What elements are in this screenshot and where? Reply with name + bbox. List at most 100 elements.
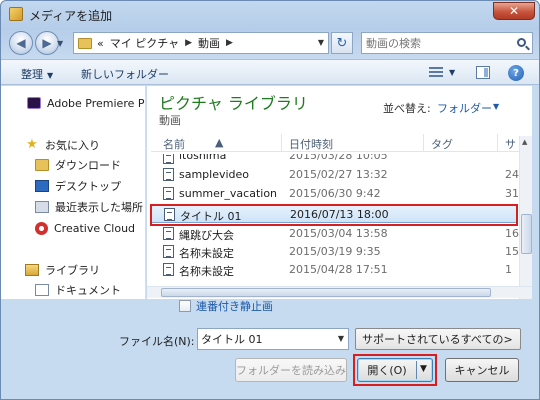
scroll-up-icon[interactable]: ▲ bbox=[522, 138, 527, 146]
window-title: メディアを追加 bbox=[29, 9, 113, 23]
chevron-down-icon[interactable]: ▼ bbox=[493, 102, 499, 111]
file-type-select[interactable]: サポートされているすべての> bbox=[355, 328, 521, 350]
organize-button[interactable]: 整理 ▼ bbox=[21, 66, 53, 82]
forward-arrow-icon: ▶ bbox=[42, 36, 52, 50]
command-bar: 整理 ▼ 新しいフォルダー ▼ ? bbox=[1, 59, 539, 85]
file-size: 16 bbox=[505, 227, 519, 240]
column-divider[interactable] bbox=[497, 134, 498, 152]
file-row[interactable]: 名称未設定 2015/03/19 9:35 152 bbox=[151, 243, 526, 261]
file-size: 1 bbox=[505, 263, 512, 276]
column-header-name[interactable]: 名前 bbox=[163, 136, 185, 152]
file-row-selected[interactable]: タイトル 01 2016/07/13 18:00 bbox=[150, 204, 518, 226]
chevron-right-icon[interactable]: ▶ bbox=[226, 38, 233, 48]
star-icon: ★ bbox=[26, 137, 38, 152]
breadcrumb-my-pictures[interactable]: マイ ピクチャ bbox=[110, 35, 179, 51]
file-row[interactable]: 名称未設定 2015/04/28 17:51 1 bbox=[151, 261, 517, 279]
sort-label: 並べ替え: bbox=[383, 102, 431, 115]
column-divider[interactable] bbox=[423, 134, 424, 152]
column-header-size[interactable]: サ bbox=[505, 136, 516, 152]
title-bar[interactable]: メディアを追加 ✕ bbox=[1, 1, 539, 27]
recent-pages-dropdown-icon[interactable]: ▼ bbox=[57, 39, 63, 48]
search-input[interactable] bbox=[366, 35, 506, 51]
recent-places-icon bbox=[35, 201, 49, 213]
premiere-icon bbox=[27, 97, 41, 109]
chevron-down-icon[interactable]: ▼ bbox=[338, 334, 344, 343]
column-header-tag[interactable]: タグ bbox=[431, 136, 453, 152]
file-name: 名称未設定 bbox=[179, 247, 234, 260]
nav-item-label: 最近表示した場所 bbox=[55, 201, 143, 214]
nav-item-recent-places[interactable]: 最近表示した場所 bbox=[35, 198, 145, 216]
filename-input[interactable] bbox=[201, 331, 331, 347]
video-file-icon bbox=[163, 168, 174, 181]
sort-by-dropdown[interactable]: フォルダー bbox=[437, 100, 492, 116]
image-sequence-option[interactable]: 連番付き静止画 bbox=[179, 298, 273, 314]
chevron-down-icon[interactable]: ▼ bbox=[318, 38, 324, 47]
nav-item-documents[interactable]: ドキュメント bbox=[35, 281, 145, 299]
image-sequence-checkbox[interactable] bbox=[179, 300, 191, 312]
file-size: 31 bbox=[505, 187, 519, 200]
file-name: summer_vacation bbox=[179, 187, 278, 200]
organize-label: 整理 bbox=[21, 68, 43, 81]
cancel-button[interactable]: キャンセル bbox=[445, 358, 519, 382]
nav-item-label: お気に入り bbox=[45, 139, 100, 152]
breadcrumb-overflow[interactable]: « bbox=[97, 37, 104, 50]
desktop-icon bbox=[35, 180, 49, 192]
navigation-pane: Adobe Premiere Pro ★ お気に入り ダウンロード デスクトップ… bbox=[1, 86, 146, 299]
nav-item-label: ダウンロード bbox=[55, 159, 121, 172]
view-options-icon[interactable] bbox=[429, 67, 443, 78]
horizontal-scrollbar[interactable] bbox=[147, 286, 532, 298]
nav-item-downloads[interactable]: ダウンロード bbox=[35, 156, 145, 174]
image-sequence-label[interactable]: 連番付き静止画 bbox=[196, 298, 273, 314]
preview-pane-icon[interactable] bbox=[476, 66, 490, 79]
folder-icon bbox=[78, 37, 92, 49]
file-size: 24 bbox=[505, 168, 519, 181]
library-icon bbox=[25, 264, 39, 276]
load-folder-button[interactable]: フォルダーを読み込み bbox=[235, 358, 347, 382]
vertical-scrollbar[interactable]: ▲ ▼ bbox=[519, 136, 532, 299]
file-row[interactable]: summer_vacation 2015/06/30 9:42 31 bbox=[151, 185, 519, 203]
new-folder-button[interactable]: 新しいフォルダー bbox=[81, 66, 169, 82]
nav-item-favorites[interactable]: ★ お気に入り bbox=[25, 136, 145, 154]
scrollbar-thumb[interactable] bbox=[521, 214, 532, 254]
video-file-icon bbox=[163, 154, 174, 164]
column-header-row: ▲ 名前 日付時刻 タグ サ bbox=[151, 134, 532, 152]
help-icon[interactable]: ? bbox=[508, 65, 524, 81]
sort-ascending-icon: ▲ bbox=[215, 136, 224, 149]
refresh-button[interactable]: ↻ bbox=[331, 32, 353, 54]
column-divider[interactable] bbox=[281, 134, 282, 152]
video-file-icon bbox=[163, 187, 174, 200]
breadcrumb-videos[interactable]: 動画 bbox=[198, 35, 220, 51]
file-name: itoshima bbox=[179, 154, 227, 162]
chevron-right-icon[interactable]: ▶ bbox=[185, 38, 192, 48]
file-date: 2015/03/04 13:58 bbox=[289, 227, 388, 240]
video-file-icon bbox=[163, 245, 174, 258]
back-button[interactable]: ◀ bbox=[9, 31, 33, 55]
search-icon[interactable] bbox=[517, 38, 526, 47]
file-date: 2015/04/28 17:51 bbox=[289, 263, 388, 276]
selection-highlight-box bbox=[150, 204, 518, 226]
nav-item-label: ライブラリ bbox=[45, 264, 100, 277]
file-row[interactable]: 縄跳び大会 2015/03/04 13:58 16 bbox=[151, 225, 519, 243]
forward-button[interactable]: ▶ bbox=[35, 31, 59, 55]
video-file-icon bbox=[163, 227, 174, 240]
nav-item-libraries[interactable]: ライブラリ bbox=[25, 261, 145, 279]
search-box[interactable] bbox=[361, 32, 533, 54]
filename-combobox[interactable]: ▼ bbox=[197, 328, 349, 350]
close-button[interactable]: ✕ bbox=[493, 2, 535, 20]
nav-item-desktop[interactable]: デスクトップ bbox=[35, 177, 145, 195]
document-icon bbox=[35, 284, 49, 296]
scrollbar-thumb[interactable] bbox=[161, 288, 491, 297]
address-bar[interactable]: « マイ ピクチャ ▶ 動画 ▶ ▼ bbox=[73, 32, 329, 54]
file-row[interactable]: itoshima 2015/03/28 10:05 bbox=[151, 154, 517, 164]
chevron-down-icon[interactable]: ▼ bbox=[449, 68, 455, 77]
file-date: 2015/06/30 9:42 bbox=[289, 187, 381, 200]
file-row[interactable]: samplevideo 2015/02/27 13:32 24 bbox=[151, 166, 519, 184]
nav-item-premiere[interactable]: Adobe Premiere Pro bbox=[27, 94, 146, 112]
file-list-pane: ピクチャ ライブラリ 動画 並べ替え: フォルダー ▼ ▲ 名前 日付時刻 タグ… bbox=[147, 86, 532, 299]
refresh-icon: ↻ bbox=[336, 35, 348, 51]
add-media-dialog: メディアを追加 ✕ ◀ ▶ ▼ « マイ ピクチャ ▶ 動画 ▶ ▼ ↻ 整理 ▼… bbox=[0, 0, 540, 400]
nav-item-label: Creative Cloud bbox=[54, 221, 136, 235]
column-header-date[interactable]: 日付時刻 bbox=[289, 136, 333, 152]
nav-item-creative-cloud[interactable]: Creative Cloud bbox=[35, 219, 145, 237]
nav-item-label: Adobe Premiere Pro bbox=[47, 96, 146, 110]
